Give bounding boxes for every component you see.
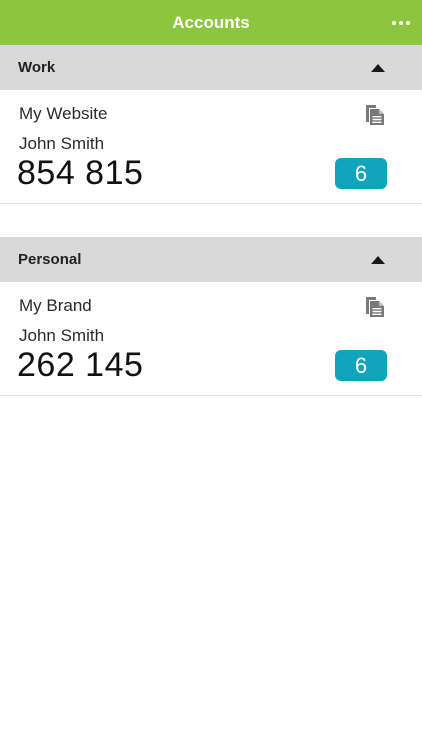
account-user: John Smith: [19, 326, 105, 345]
countdown-badge: 6: [335, 158, 387, 189]
section-title: Work: [18, 59, 56, 76]
section-work: Work My Website John Smith 854 815 6: [0, 45, 422, 204]
copy-icon[interactable]: [364, 104, 386, 126]
account-row[interactable]: My Website John Smith 854 815 6: [0, 90, 422, 204]
more-horizontal-icon: [392, 21, 396, 25]
section-header-personal[interactable]: Personal: [0, 237, 422, 282]
account-row[interactable]: My Brand John Smith 262 145 6: [0, 282, 422, 396]
more-horizontal-icon: [406, 21, 410, 25]
more-options-button[interactable]: [388, 10, 414, 36]
one-time-code[interactable]: 854 815: [17, 154, 143, 193]
triangle-up-icon[interactable]: [371, 64, 385, 72]
account-name: My Website: [19, 104, 108, 123]
more-horizontal-icon: [399, 21, 403, 25]
section-header-work[interactable]: Work: [0, 45, 422, 90]
one-time-code[interactable]: 262 145: [17, 346, 143, 385]
nav-bar: Accounts: [0, 0, 422, 45]
section-title: Personal: [18, 251, 82, 268]
account-user: John Smith: [19, 134, 105, 153]
copy-icon[interactable]: [364, 296, 386, 318]
section-personal: Personal My Brand John Smith 262 145 6: [0, 237, 422, 396]
triangle-up-icon[interactable]: [371, 256, 385, 264]
page-title: Accounts: [172, 13, 250, 32]
account-name: My Brand: [19, 296, 92, 315]
countdown-badge: 6: [335, 350, 387, 381]
